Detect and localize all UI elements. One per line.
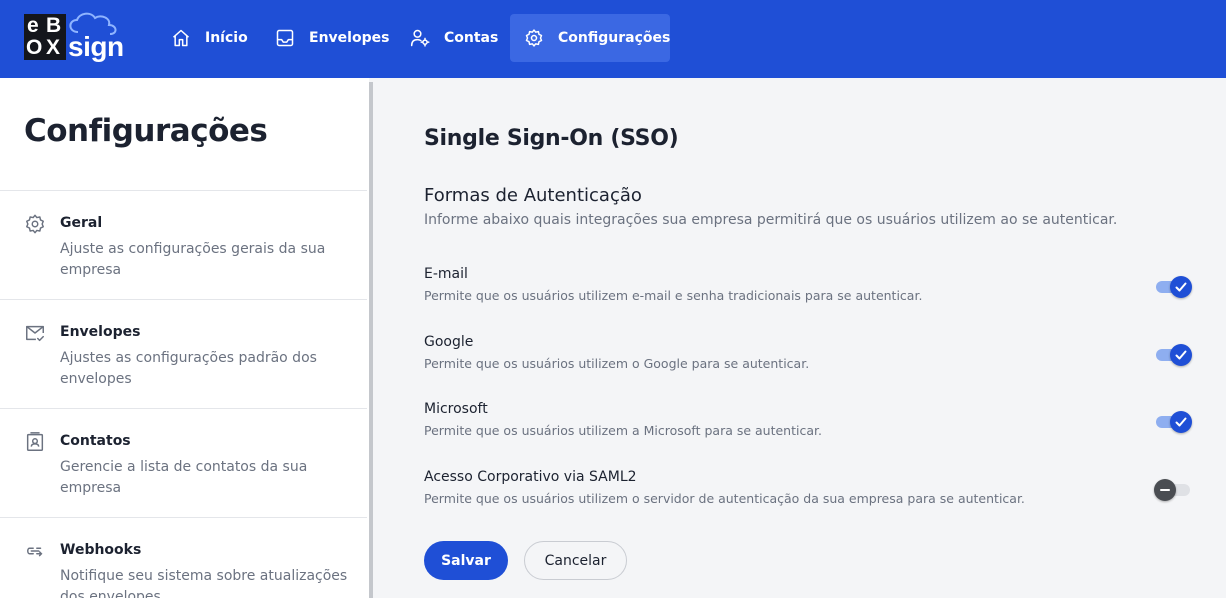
option-description: Permite que os usuários utilizem e-mail …	[424, 288, 923, 303]
nav-item-label: Início	[205, 30, 248, 46]
section-title: Formas de Autenticação	[424, 185, 642, 206]
option-name: Google	[424, 334, 474, 350]
auth-option-google: Google Permite que os usuários utilizem …	[424, 334, 1194, 378]
sidebar-item-webhooks[interactable]: Webhooks Notifique seu sistema sobre atu…	[0, 518, 367, 598]
option-description: Permite que os usuários utilizem o Googl…	[424, 356, 810, 371]
sidebar-scrollbar[interactable]	[369, 82, 373, 598]
check-icon	[1175, 350, 1187, 360]
auth-option-saml2: Acesso Corporativo via SAML2 Permite que…	[424, 469, 1194, 513]
nav-item-contas[interactable]: Contas	[396, 14, 512, 62]
sidebar-title: Configurações	[24, 113, 268, 149]
section-description: Informe abaixo quais integrações sua emp…	[424, 212, 1118, 228]
check-icon	[1175, 417, 1187, 427]
option-description: Permite que os usuários utilizem o servi…	[424, 491, 1025, 506]
option-description: Permite que os usuários utilizem a Micro…	[424, 423, 822, 438]
page-title: Single Sign-On (SSO)	[424, 126, 679, 151]
nav-item-label: Envelopes	[309, 30, 390, 46]
nav-item-envelopes[interactable]: Envelopes	[261, 14, 403, 62]
nav-item-inicio[interactable]: Início	[157, 14, 262, 62]
sidebar-item-name: Contatos	[60, 433, 131, 449]
users-cog-icon	[410, 29, 430, 47]
sidebar-item-description: Ajuste as configurações gerais da sua em…	[60, 241, 326, 278]
logo-wordmark: sign	[68, 31, 124, 62]
mail-check-icon	[26, 325, 44, 342]
auth-option-email: E-mail Permite que os usuários utilizem …	[424, 266, 1194, 310]
gear-icon	[525, 29, 543, 47]
sidebar-item-geral[interactable]: Geral Ajuste as configurações gerais da …	[0, 191, 367, 299]
sidebar-item-description: Ajustes as configurações padrão dos enve…	[60, 350, 317, 387]
sidebar-item-name: Envelopes	[60, 324, 141, 340]
top-navigation-bar: e B O X sign Início Envelopes Contas Con…	[0, 0, 1226, 78]
sidebar-item-envelopes[interactable]: Envelopes Ajustes as configurações padrã…	[0, 300, 367, 408]
nav-item-label: Configurações	[558, 30, 671, 46]
microsoft-toggle[interactable]	[1154, 409, 1194, 435]
contact-card-icon	[26, 432, 44, 451]
gear-icon	[26, 214, 44, 234]
option-name: Microsoft	[424, 401, 488, 417]
ebox-sign-logo[interactable]: e B O X sign	[24, 12, 124, 62]
saml2-toggle[interactable]	[1154, 477, 1194, 503]
cancel-button[interactable]: Cancelar	[524, 541, 627, 580]
sidebar-item-description: Notifique seu sistema sobre atualizações…	[60, 568, 348, 598]
sidebar-item-description: Gerencie a lista de contatos da sua empr…	[60, 459, 308, 496]
google-toggle[interactable]	[1154, 342, 1194, 368]
nav-item-label: Contas	[444, 30, 499, 46]
sidebar-item-name: Geral	[60, 215, 103, 231]
option-name: E-mail	[424, 266, 468, 282]
nav-item-configuracoes[interactable]: Configurações	[510, 14, 670, 62]
minus-icon	[1160, 489, 1170, 491]
inbox-icon	[276, 29, 294, 47]
logo-box: e B O X	[24, 14, 66, 60]
option-name: Acesso Corporativo via SAML2	[424, 469, 637, 485]
webhook-link-icon	[27, 547, 43, 557]
auth-option-microsoft: Microsoft Permite que os usuários utiliz…	[424, 401, 1194, 445]
sidebar-item-name: Webhooks	[60, 542, 142, 558]
sidebar-item-contatos[interactable]: Contatos Gerencie a lista de contatos da…	[0, 409, 367, 517]
email-toggle[interactable]	[1154, 274, 1194, 300]
check-icon	[1175, 282, 1187, 292]
save-button[interactable]: Salvar	[424, 541, 508, 580]
home-icon	[173, 29, 189, 47]
